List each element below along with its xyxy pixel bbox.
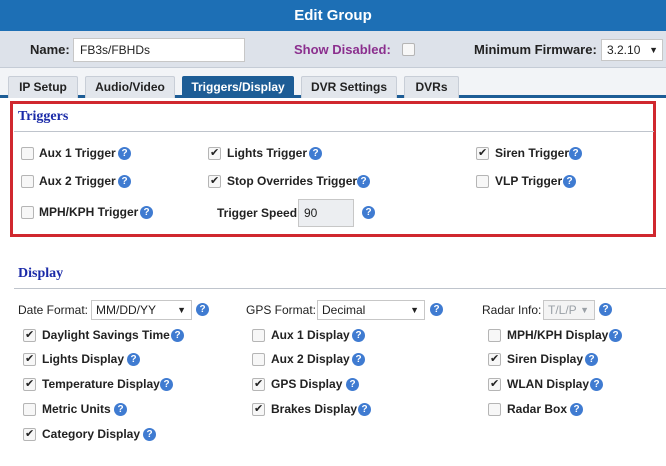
help-icon[interactable]: ? (585, 353, 598, 366)
stop-overrides-trigger-checkbox[interactable] (208, 174, 221, 188)
temperature-display-label: Temperature Display (42, 377, 160, 391)
display-divider (14, 288, 666, 289)
radar-info-value: T/L/P (548, 303, 577, 317)
help-icon[interactable]: ? (160, 378, 173, 391)
radar-info-label: Radar Info: (482, 303, 542, 317)
mph-kph-trigger-label: MPH/KPH Trigger (39, 205, 139, 219)
lights-display-label: Lights Display (42, 352, 125, 366)
siren-trigger-label: Siren Trigger (495, 146, 570, 160)
daylight-savings-time-label: Daylight Savings Time (42, 328, 170, 342)
help-icon[interactable]: ? (430, 303, 443, 316)
show-disabled-checkbox[interactable] (402, 43, 415, 56)
mph-kph-display-checkbox[interactable] (488, 329, 501, 342)
trigger-speed-input[interactable]: 90 (298, 199, 354, 227)
aux2-display-label: Aux 2 Display (271, 352, 350, 366)
help-icon[interactable]: ? (118, 175, 131, 188)
radar-info-select[interactable]: T/L/P ▼ (543, 300, 595, 320)
gps-format-select[interactable]: Decimal ▼ (317, 300, 425, 320)
brakes-display-checkbox[interactable] (252, 402, 265, 416)
date-format-label: Date Format: (18, 303, 89, 317)
tab-audio-video[interactable]: Audio/Video (85, 76, 175, 98)
aux1-trigger-label: Aux 1 Trigger (39, 146, 116, 160)
aux1-trigger-checkbox[interactable] (21, 147, 34, 160)
help-icon[interactable]: ? (599, 303, 612, 316)
tab-bar: IP Setup Audio/Video Triggers/Display DV… (0, 68, 666, 98)
aux2-display-checkbox[interactable] (252, 353, 265, 366)
siren-display-checkbox[interactable] (488, 352, 501, 366)
show-disabled-label: Show Disabled: (294, 42, 391, 57)
help-icon[interactable]: ? (352, 329, 365, 342)
name-label: Name: (30, 42, 70, 57)
siren-display-label: Siren Display (507, 352, 584, 366)
chevron-down-icon: ▼ (177, 305, 186, 315)
category-display-label: Category Display (42, 427, 141, 441)
help-icon[interactable]: ? (196, 303, 209, 316)
aux1-display-label: Aux 1 Display (271, 328, 350, 342)
chevron-down-icon: ▼ (649, 45, 658, 55)
tab-dvr-settings[interactable]: DVR Settings (301, 76, 397, 98)
mph-kph-display-label: MPH/KPH Display (507, 328, 609, 342)
tab-triggers-display[interactable]: Triggers/Display (182, 76, 294, 98)
tab-dvrs[interactable]: DVRs (404, 76, 459, 98)
help-icon[interactable]: ? (569, 147, 582, 160)
wlan-display-checkbox[interactable] (488, 377, 501, 391)
minimum-firmware-select[interactable]: 3.2.10 ▼ (601, 39, 663, 61)
help-icon[interactable]: ? (114, 403, 127, 416)
help-icon[interactable]: ? (309, 147, 322, 160)
display-section-title: Display (18, 266, 64, 281)
help-icon[interactable]: ? (171, 329, 184, 342)
help-icon[interactable]: ? (140, 206, 153, 219)
daylight-savings-time-checkbox[interactable] (23, 328, 36, 342)
stop-overrides-trigger-label: Stop Overrides Trigger (227, 174, 358, 188)
category-display-checkbox[interactable] (23, 427, 36, 441)
tab-ip-setup[interactable]: IP Setup (8, 76, 78, 98)
gps-display-label: GPS Display (271, 377, 343, 391)
gps-display-checkbox[interactable] (252, 377, 265, 391)
group-header-bar: Name: FB3s/FBHDs Show Disabled: Minimum … (0, 31, 666, 68)
help-icon[interactable]: ? (590, 378, 603, 391)
metric-units-label: Metric Units (42, 402, 111, 416)
triggers-section-title: Triggers (18, 109, 69, 124)
mph-kph-trigger-checkbox[interactable] (21, 206, 34, 219)
temperature-display-checkbox[interactable] (23, 377, 36, 391)
help-icon[interactable]: ? (357, 175, 370, 188)
help-icon[interactable]: ? (563, 175, 576, 188)
help-icon[interactable]: ? (358, 403, 371, 416)
lights-trigger-label: Lights Trigger (227, 146, 308, 160)
minimum-firmware-value: 3.2.10 (607, 43, 641, 57)
date-format-value: MM/DD/YY (96, 303, 156, 317)
metric-units-checkbox[interactable] (23, 403, 36, 416)
name-input[interactable]: FB3s/FBHDs (73, 38, 245, 62)
window-title: Edit Group (0, 0, 666, 31)
vlp-trigger-label: VLP Trigger (495, 174, 563, 188)
triggers-divider (14, 131, 654, 132)
radar-box-checkbox[interactable] (488, 403, 501, 416)
help-icon[interactable]: ? (118, 147, 131, 160)
aux2-trigger-checkbox[interactable] (21, 175, 34, 188)
brakes-display-label: Brakes Display (271, 402, 358, 416)
chevron-down-icon: ▼ (410, 305, 419, 315)
aux2-trigger-label: Aux 2 Trigger (39, 174, 116, 188)
help-icon[interactable]: ? (609, 329, 622, 342)
help-icon[interactable]: ? (346, 378, 359, 391)
gps-format-value: Decimal (322, 303, 366, 317)
minimum-firmware-label: Minimum Firmware: (474, 42, 597, 57)
lights-trigger-checkbox[interactable] (208, 146, 221, 160)
help-icon[interactable]: ? (127, 353, 140, 366)
help-icon[interactable]: ? (570, 403, 583, 416)
help-icon[interactable]: ? (143, 428, 156, 441)
help-icon[interactable]: ? (362, 206, 375, 219)
trigger-speed-label: Trigger Speed: (217, 206, 302, 220)
vlp-trigger-checkbox[interactable] (476, 175, 489, 188)
gps-format-label: GPS Format: (246, 303, 317, 317)
date-format-select[interactable]: MM/DD/YY ▼ (91, 300, 192, 320)
wlan-display-label: WLAN Display (507, 377, 590, 391)
lights-display-checkbox[interactable] (23, 352, 36, 366)
aux1-display-checkbox[interactable] (252, 329, 265, 342)
radar-box-label: Radar Box (507, 402, 568, 416)
chevron-down-icon: ▼ (580, 305, 589, 315)
help-icon[interactable]: ? (352, 353, 365, 366)
siren-trigger-checkbox[interactable] (476, 146, 489, 160)
